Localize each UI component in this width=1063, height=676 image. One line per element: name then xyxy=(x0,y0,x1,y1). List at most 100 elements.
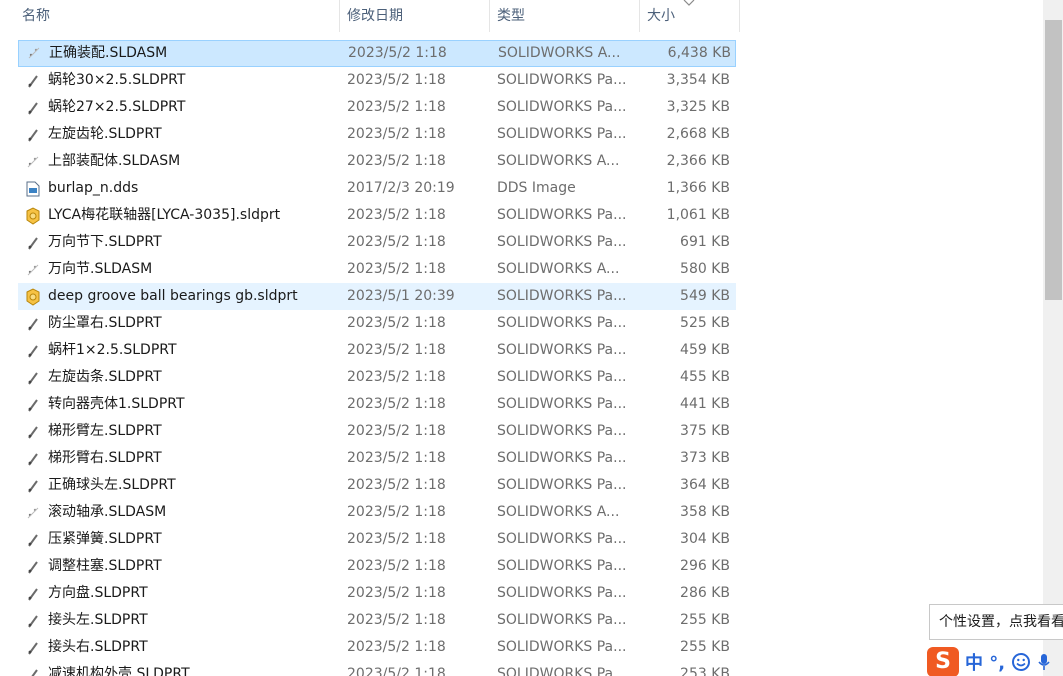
file-row[interactable]: 调整柱塞.SLDPRT 2023/5/2 1:18 SOLIDWORKS Pa...… xyxy=(18,553,736,580)
file-type: SOLIDWORKS A... xyxy=(497,153,620,169)
file-name: 调整柱塞.SLDPRT xyxy=(48,558,162,574)
sldprt-icon xyxy=(23,418,43,445)
vertical-scrollbar[interactable] xyxy=(1043,0,1063,676)
file-size: 255 KB xyxy=(680,612,730,628)
file-date: 2023/5/2 1:18 xyxy=(347,315,446,331)
file-row[interactable]: 正确球头左.SLDPRT 2023/5/2 1:18 SOLIDWORKS Pa..… xyxy=(18,472,736,499)
sldprt-icon xyxy=(23,310,43,337)
file-row[interactable]: 接头左.SLDPRT 2023/5/2 1:18 SOLIDWORKS Pa... 2… xyxy=(18,607,736,634)
file-row[interactable]: 减速机构外壳.SLDPRT 2023/5/2 1:18 SOLIDWORKS Pa.… xyxy=(18,661,736,676)
ime-mode-indicator[interactable]: 中 °, xyxy=(965,649,1005,675)
column-header-type[interactable]: 类型 xyxy=(490,0,640,32)
file-date: 2017/2/3 20:19 xyxy=(347,180,455,196)
sldprt-icon xyxy=(23,661,43,676)
file-name: 万向节下.SLDPRT xyxy=(48,234,162,250)
file-type: SOLIDWORKS Pa... xyxy=(497,585,627,601)
file-name: LYCA梅花联轴器[LYCA-3035].sldprt xyxy=(48,207,281,223)
file-date: 2023/5/2 1:18 xyxy=(347,126,446,142)
file-size: 2,366 KB xyxy=(666,153,730,169)
file-size: 455 KB xyxy=(680,369,730,385)
file-size: 691 KB xyxy=(680,234,730,250)
file-type: SOLIDWORKS Pa... xyxy=(497,315,627,331)
sldprt-icon xyxy=(23,67,43,94)
file-list: 正确装配.SLDASM 2023/5/2 1:18 SOLIDWORKS A... 6… xyxy=(18,40,736,676)
file-type: SOLIDWORKS Pa... xyxy=(497,477,627,493)
file-row[interactable]: 接头右.SLDPRT 2023/5/2 1:18 SOLIDWORKS Pa... 2… xyxy=(18,634,736,661)
sldprt-icon xyxy=(23,634,43,661)
file-type: SOLIDWORKS A... xyxy=(497,261,620,277)
file-row[interactable]: 左旋齿轮.SLDPRT 2023/5/2 1:18 SOLIDWORKS Pa...… xyxy=(18,121,736,148)
scrollbar-thumb[interactable] xyxy=(1045,20,1062,300)
file-type: SOLIDWORKS Pa... xyxy=(497,126,627,142)
file-row[interactable]: 压紧弹簧.SLDPRT 2023/5/2 1:18 SOLIDWORKS Pa...… xyxy=(18,526,736,553)
file-date: 2023/5/2 1:18 xyxy=(347,585,446,601)
ime-toolbar[interactable]: S 中 °, xyxy=(927,646,1063,676)
file-row[interactable]: 万向节.SLDASM 2023/5/2 1:18 SOLIDWORKS A... 58… xyxy=(18,256,736,283)
file-name: 万向节.SLDASM xyxy=(48,261,153,277)
column-header-name[interactable]: 名称 xyxy=(22,0,340,32)
file-size: 525 KB xyxy=(680,315,730,331)
file-row[interactable]: 梯形臂左.SLDPRT 2023/5/2 1:18 SOLIDWORKS Pa...… xyxy=(18,418,736,445)
file-date: 2023/5/2 1:18 xyxy=(347,504,446,520)
file-name: 左旋齿条.SLDPRT xyxy=(48,369,162,385)
file-name: 上部装配体.SLDASM xyxy=(48,153,181,169)
file-date: 2023/5/2 1:18 xyxy=(347,612,446,628)
file-date: 2023/5/2 1:18 xyxy=(347,99,446,115)
sldprt-icon xyxy=(23,580,43,607)
file-size: 580 KB xyxy=(680,261,730,277)
file-row[interactable]: 转向器壳体1.SLDPRT 2023/5/2 1:18 SOLIDWORKS Pa.… xyxy=(18,391,736,418)
file-size: 286 KB xyxy=(680,585,730,601)
sldasm-icon xyxy=(24,40,44,65)
file-size: 296 KB xyxy=(680,558,730,574)
file-type: SOLIDWORKS Pa... xyxy=(497,396,627,412)
file-row[interactable]: 万向节下.SLDPRT 2023/5/2 1:18 SOLIDWORKS Pa...… xyxy=(18,229,736,256)
file-size: 459 KB xyxy=(680,342,730,358)
file-size: 441 KB xyxy=(680,396,730,412)
file-size: 3,354 KB xyxy=(666,72,730,88)
file-date: 2023/5/2 1:18 xyxy=(347,234,446,250)
file-name: 减速机构外壳.SLDPRT xyxy=(48,666,190,676)
sldasm-icon xyxy=(23,256,43,283)
sldprt-icon xyxy=(23,337,43,364)
file-row[interactable]: burlap_n.dds 2017/2/3 20:19 DDS Image 1,366… xyxy=(18,175,736,202)
emoji-icon[interactable] xyxy=(1011,652,1031,672)
file-row[interactable]: 蜗轮30×2.5.SLDPRT 2023/5/2 1:18 SOLIDWORKS P… xyxy=(18,67,736,94)
sldasm-icon xyxy=(23,499,43,526)
file-row[interactable]: 上部装配体.SLDASM 2023/5/2 1:18 SOLIDWORKS A...… xyxy=(18,148,736,175)
file-row[interactable]: deep groove ball bearings gb.sldprt 2023/… xyxy=(18,283,736,310)
file-row[interactable]: 蜗杆1×2.5.SLDPRT 2023/5/2 1:18 SOLIDWORKS Pa… xyxy=(18,337,736,364)
sldprt-icon xyxy=(23,94,43,121)
sldprt-icon xyxy=(23,229,43,256)
file-row[interactable]: LYCA梅花联轴器[LYCA-3035].sldprt 2023/5/2 1:18… xyxy=(18,202,736,229)
sogou-logo-icon[interactable]: S xyxy=(927,647,959,676)
file-date: 2023/5/1 20:39 xyxy=(347,288,455,304)
column-header: 名称 修改日期 类型 大小 xyxy=(0,0,740,32)
sldprt-icon xyxy=(23,526,43,553)
file-type: SOLIDWORKS Pa... xyxy=(497,342,627,358)
file-row[interactable]: 蜗轮27×2.5.SLDPRT 2023/5/2 1:18 SOLIDWORKS P… xyxy=(18,94,736,121)
column-header-date[interactable]: 修改日期 xyxy=(340,0,490,32)
file-size: 6,438 KB xyxy=(667,45,731,61)
solidworks-part-icon xyxy=(23,202,43,229)
file-type: SOLIDWORKS Pa... xyxy=(497,72,627,88)
sldprt-icon xyxy=(23,553,43,580)
file-size: 2,668 KB xyxy=(666,126,730,142)
file-date: 2023/5/2 1:18 xyxy=(347,558,446,574)
solidworks-part-icon xyxy=(23,283,43,310)
column-size-label: 大小 xyxy=(647,8,675,24)
file-row[interactable]: 防尘罩右.SLDPRT 2023/5/2 1:18 SOLIDWORKS Pa...… xyxy=(18,310,736,337)
file-type: SOLIDWORKS Pa... xyxy=(497,99,627,115)
file-date: 2023/5/2 1:18 xyxy=(347,423,446,439)
file-row[interactable]: 滚动轴承.SLDASM 2023/5/2 1:18 SOLIDWORKS A... 3… xyxy=(18,499,736,526)
microphone-icon[interactable] xyxy=(1037,652,1051,672)
file-name: 压紧弹簧.SLDPRT xyxy=(48,531,162,547)
file-row[interactable]: 正确装配.SLDASM 2023/5/2 1:18 SOLIDWORKS A... 6… xyxy=(18,40,736,67)
file-size: 358 KB xyxy=(680,504,730,520)
file-size: 375 KB xyxy=(680,423,730,439)
file-row[interactable]: 左旋齿条.SLDPRT 2023/5/2 1:18 SOLIDWORKS Pa...… xyxy=(18,364,736,391)
sort-descending-icon xyxy=(683,0,695,6)
file-name: 正确装配.SLDASM xyxy=(49,45,168,61)
dds-image-icon xyxy=(23,175,43,202)
file-row[interactable]: 方向盘.SLDPRT 2023/5/2 1:18 SOLIDWORKS Pa... 2… xyxy=(18,580,736,607)
file-row[interactable]: 梯形臂右.SLDPRT 2023/5/2 1:18 SOLIDWORKS Pa...… xyxy=(18,445,736,472)
